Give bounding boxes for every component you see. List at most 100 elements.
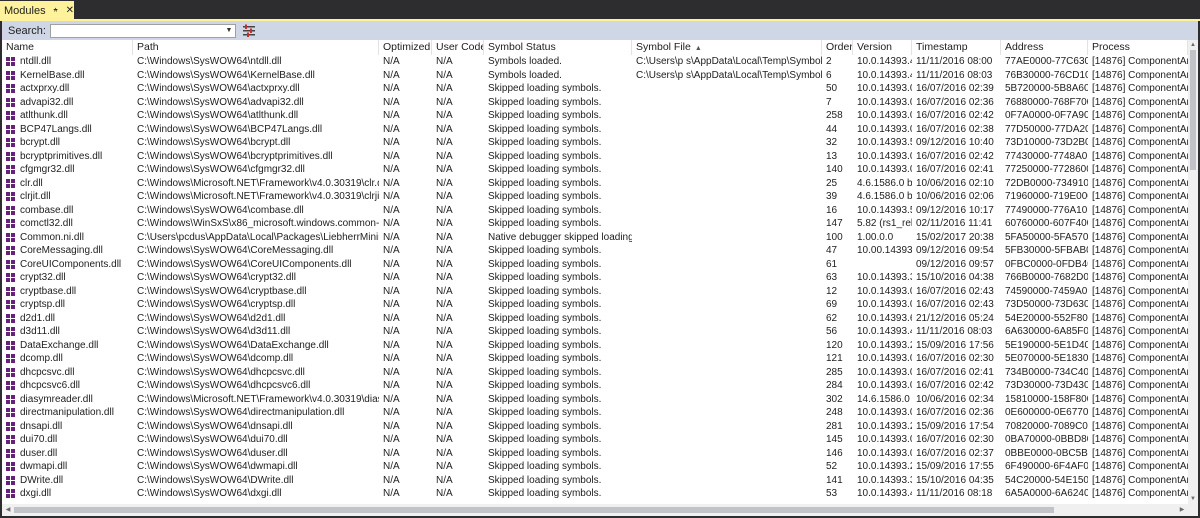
cell-symbol-file bbox=[632, 406, 822, 420]
table-row[interactable]: d2d1.dll C:\Windows\SysWOW64\d2d1.dll N/A N… bbox=[2, 312, 1188, 326]
cell-text: cfgmgr32.dll bbox=[20, 164, 75, 175]
table-row[interactable]: combase.dll C:\Windows\SysWOW64\combase.d… bbox=[2, 204, 1188, 218]
table-row[interactable]: actxprxy.dll C:\Windows\SysWOW64\actxprxy… bbox=[2, 82, 1188, 96]
column-header-process[interactable]: Process bbox=[1088, 40, 1188, 55]
cell-name: DataExchange.dll bbox=[2, 339, 133, 353]
column-header-label: Path bbox=[137, 41, 159, 53]
scroll-right-icon[interactable]: ▶ bbox=[1176, 504, 1188, 516]
table-row[interactable]: clrjit.dll C:\Windows\Microsoft.NET\Frame… bbox=[2, 190, 1188, 204]
cell-text: CoreMessaging.dll bbox=[20, 245, 103, 256]
pin-icon[interactable]: ⭒ bbox=[52, 5, 60, 17]
cell-text: 16/07/2016 02:39 bbox=[916, 83, 994, 94]
cell-text: DWrite.dll bbox=[20, 474, 64, 486]
cell-text: Skipped loading symbols. bbox=[488, 258, 602, 270]
cell-text: 09/12/2016 09:54 bbox=[916, 245, 994, 256]
cell-text: atlthunk.dll bbox=[20, 110, 68, 121]
module-icon bbox=[6, 273, 15, 282]
cell-path: C:\Windows\SysWOW64\bcrypt.dll bbox=[133, 136, 379, 150]
chevron-down-icon[interactable]: ▼ bbox=[223, 27, 235, 34]
cell-symbol-file bbox=[632, 352, 822, 366]
cell-text: C:\Windows\SysWOW64\atlthunk.dll bbox=[137, 110, 299, 121]
table-row[interactable]: CoreUIComponents.dll C:\Windows\SysWOW64\… bbox=[2, 258, 1188, 272]
column-settings-button[interactable] bbox=[242, 24, 256, 38]
table-row[interactable]: dnsapi.dll C:\Windows\SysWOW64\dnsapi.dll… bbox=[2, 420, 1188, 434]
scroll-left-icon[interactable]: ◀ bbox=[2, 504, 14, 516]
tab-modules[interactable]: Modules ⭒ ✕ bbox=[0, 1, 74, 21]
cell-symbol-status: Skipped loading symbols. bbox=[484, 420, 632, 434]
table-row[interactable]: atlthunk.dll C:\Windows\SysWOW64\atlthunk… bbox=[2, 109, 1188, 123]
table-row[interactable]: ntdll.dll C:\Windows\SysWOW64\ntdll.dll N/… bbox=[2, 55, 1188, 69]
search-combobox[interactable]: ▼ bbox=[49, 23, 236, 38]
table-row[interactable]: crypt32.dll C:\Windows\SysWOW64\crypt32.d… bbox=[2, 271, 1188, 285]
cell-symbol-status: Skipped loading symbols. bbox=[484, 150, 632, 164]
cell-text: N/A bbox=[383, 434, 400, 445]
table-row[interactable]: clr.dll C:\Windows\Microsoft.NET\Framewor… bbox=[2, 177, 1188, 191]
cell-text: 7 bbox=[826, 96, 832, 108]
table-row[interactable]: diasymreader.dll C:\Windows\Microsoft.NET… bbox=[2, 393, 1188, 407]
vertical-scrollbar[interactable]: ▲ ▼ bbox=[1188, 40, 1198, 504]
table-row[interactable]: bcrypt.dll C:\Windows\SysWOW64\bcrypt.dll… bbox=[2, 136, 1188, 150]
cell-text: 16/07/2016 02:41 bbox=[916, 366, 994, 378]
table-row[interactable]: dwmapi.dll C:\Windows\SysWOW64\dwmapi.dll… bbox=[2, 460, 1188, 474]
column-header-label: Version bbox=[857, 41, 893, 53]
scroll-up-icon[interactable]: ▲ bbox=[1188, 40, 1198, 50]
column-header-user-code[interactable]: User Code bbox=[432, 40, 484, 55]
cell-path: C:\Windows\SysWOW64\dxgi.dll bbox=[133, 487, 379, 501]
table-row[interactable]: directmanipulation.dll C:\Windows\SysWOW6… bbox=[2, 406, 1188, 420]
column-header-address[interactable]: Address bbox=[1001, 40, 1088, 55]
close-icon[interactable]: ✕ bbox=[66, 5, 74, 17]
cell-text: Skipped loading symbols. bbox=[488, 285, 602, 297]
module-icon bbox=[6, 70, 15, 80]
horizontal-scroll-thumb[interactable] bbox=[14, 507, 1054, 513]
cell-symbol-file bbox=[632, 231, 822, 245]
table-row[interactable]: advapi32.dll C:\Windows\SysWOW64\advapi32… bbox=[2, 96, 1188, 110]
table-row[interactable]: d3d11.dll C:\Windows\SysWOW64\d3d11.dll N/… bbox=[2, 325, 1188, 339]
table-row[interactable]: DataExchange.dll C:\Windows\SysWOW64\Data… bbox=[2, 339, 1188, 353]
table-row[interactable]: comctl32.dll C:\Windows\WinSxS\x86_micros… bbox=[2, 217, 1188, 231]
column-header-name[interactable]: Name bbox=[2, 40, 133, 55]
table-row[interactable]: dcomp.dll C:\Windows\SysWOW64\dcomp.dll N/… bbox=[2, 352, 1188, 366]
table-row[interactable]: dxgi.dll C:\Windows\SysWOW64\dxgi.dll N/A N… bbox=[2, 487, 1188, 501]
cell-text: [14876] ComponentAna bbox=[1092, 353, 1188, 364]
table-row[interactable]: dhcpcsvc6.dll C:\Windows\SysWOW64\dhcpcsv… bbox=[2, 379, 1188, 393]
search-input[interactable] bbox=[50, 24, 223, 37]
table-row[interactable]: cfgmgr32.dll C:\Windows\SysWOW64\cfgmgr32… bbox=[2, 163, 1188, 177]
cell-text: 10/06/2016 02:06 bbox=[916, 191, 994, 202]
column-header-timestamp[interactable]: Timestamp bbox=[912, 40, 1001, 55]
table-row[interactable]: DWrite.dll C:\Windows\SysWOW64\DWrite.dll… bbox=[2, 474, 1188, 488]
cell-text: 77250000-77286000 bbox=[1005, 164, 1088, 175]
cell-timestamp: 09/12/2016 09:57 bbox=[912, 258, 1001, 272]
table-row[interactable]: KernelBase.dll C:\Windows\SysWOW64\Kernel… bbox=[2, 69, 1188, 83]
column-header-order[interactable]: Order bbox=[822, 40, 853, 55]
scroll-down-icon[interactable]: ▼ bbox=[1188, 494, 1198, 504]
column-header-symbol-file[interactable]: Symbol File ▲ bbox=[632, 40, 822, 55]
table-row[interactable]: CoreMessaging.dll C:\Windows\SysWOW64\Cor… bbox=[2, 244, 1188, 258]
search-toolbar: Search: ▼ bbox=[2, 21, 1198, 40]
cell-version: 5.82 (rs1_rel... bbox=[853, 217, 912, 231]
horizontal-scrollbar[interactable]: ◀ ▶ bbox=[2, 504, 1188, 516]
table-row[interactable]: dhcpcsvc.dll C:\Windows\SysWOW64\dhcpcsvc… bbox=[2, 366, 1188, 380]
cell-address: 5FA50000-5FA57000 bbox=[1001, 231, 1088, 245]
cell-process: [14876] ComponentAna bbox=[1088, 150, 1188, 164]
table-row[interactable]: Common.ni.dll C:\Users\pcdus\AppData\Loca… bbox=[2, 231, 1188, 245]
column-header-symbol-status[interactable]: Symbol Status bbox=[484, 40, 632, 55]
scrollbar-corner bbox=[1188, 504, 1198, 516]
table-row[interactable]: dui70.dll C:\Windows\SysWOW64\dui70.dll N/… bbox=[2, 433, 1188, 447]
column-header-optimized[interactable]: Optimized bbox=[379, 40, 432, 55]
cell-text: dwmapi.dll bbox=[20, 461, 68, 472]
table-row[interactable]: bcryptprimitives.dll C:\Windows\SysWOW64\… bbox=[2, 150, 1188, 164]
cell-path: C:\Windows\SysWOW64\advapi32.dll bbox=[133, 96, 379, 110]
cell-version: 10.0.14393.0... bbox=[853, 96, 912, 110]
cell-version: 10.0.14393.0... bbox=[853, 150, 912, 164]
vertical-scroll-thumb[interactable] bbox=[1190, 50, 1196, 170]
cell-symbol-status: Skipped loading symbols. bbox=[484, 123, 632, 137]
cell-text: 10/06/2016 02:10 bbox=[916, 177, 994, 189]
column-header-version[interactable]: Version bbox=[853, 40, 912, 55]
column-header-path[interactable]: Path bbox=[133, 40, 379, 55]
table-row[interactable]: duser.dll C:\Windows\SysWOW64\duser.dll N/… bbox=[2, 447, 1188, 461]
cell-text: 16/07/2016 02:42 bbox=[916, 380, 994, 391]
table-row[interactable]: BCP47Langs.dll C:\Windows\SysWOW64\BCP47L… bbox=[2, 123, 1188, 137]
cell-text: N/A bbox=[436, 164, 453, 175]
table-row[interactable]: cryptbase.dll C:\Windows\SysWOW64\cryptba… bbox=[2, 285, 1188, 299]
table-row[interactable]: cryptsp.dll C:\Windows\SysWOW64\cryptsp.d… bbox=[2, 298, 1188, 312]
